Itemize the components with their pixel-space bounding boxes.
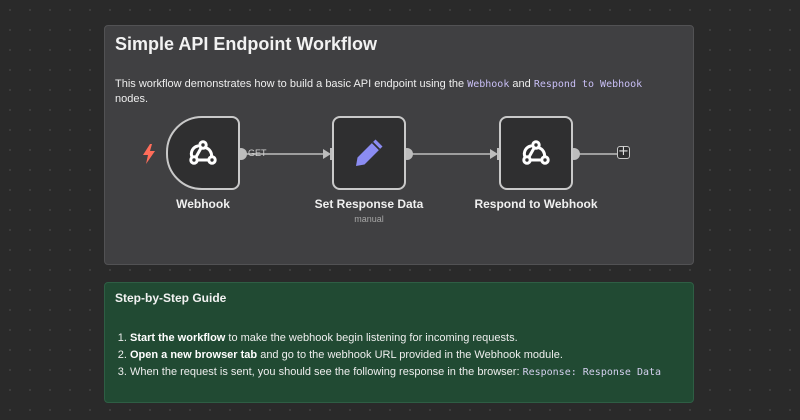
step-1-text: to make the webhook begin listening for … <box>225 332 518 344</box>
guide-step-1: Start the workflow to make the webhook b… <box>130 330 661 347</box>
guide-step-3: When the request is sent, you should see… <box>130 364 661 381</box>
node-set-response-data[interactable] <box>332 116 406 190</box>
guide-step-2: Open a new browser tab and go to the web… <box>130 347 661 364</box>
node-subtitle-manual: manual <box>354 214 384 224</box>
pencil-icon <box>356 139 383 166</box>
guide-sticky-note[interactable]: Step-by-Step Guide Start the workflow to… <box>104 282 694 403</box>
step-3-text: When the request is sent, you should see… <box>130 366 523 378</box>
node-webhook[interactable] <box>166 116 240 190</box>
connection-arrow-2 <box>490 149 498 159</box>
node-label-set-response-data: Set Response Data <box>314 197 424 211</box>
webhook-icon <box>522 140 550 165</box>
webhook-icon <box>189 140 217 165</box>
add-node-button[interactable]: + <box>617 145 630 159</box>
step-2-bold: Open a new browser tab <box>130 349 258 361</box>
connection-arrow-1 <box>323 149 331 159</box>
step-1-bold: Start the workflow <box>130 332 226 344</box>
step-3-code: Response: Response Data <box>522 367 662 378</box>
node-label-webhook: Webhook <box>176 197 230 211</box>
connection-label-get: GET <box>248 148 267 158</box>
guide-steps: Start the workflow to make the webhook b… <box>105 330 661 381</box>
node-respond-to-webhook[interactable] <box>499 116 573 190</box>
node-label-respond-to-webhook: Respond to Webhook <box>474 197 598 211</box>
trigger-bolt-icon <box>143 144 155 164</box>
step-2-text: and go to the webhook URL provided in th… <box>257 349 563 361</box>
guide-title: Step-by-Step Guide <box>115 291 227 305</box>
